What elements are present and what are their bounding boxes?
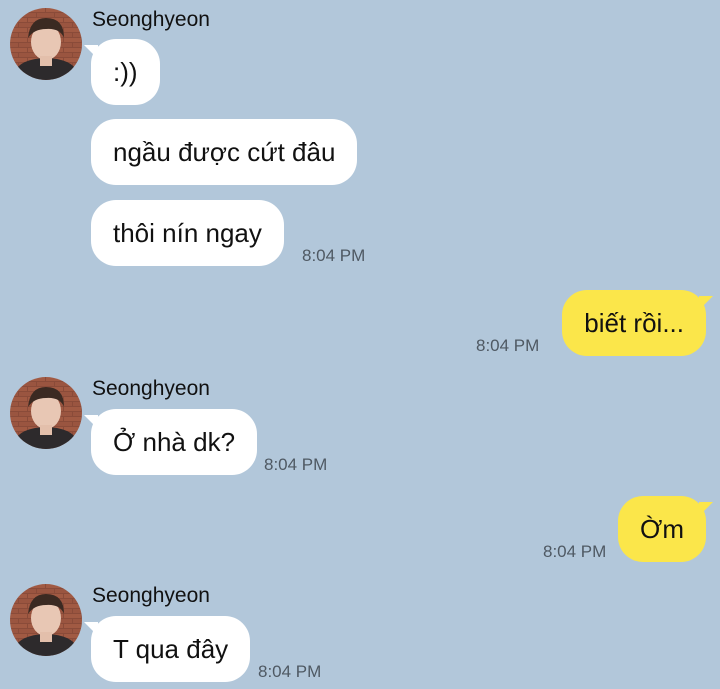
profile-photo-icon	[10, 8, 82, 80]
message-bubble[interactable]: T qua đây	[83, 616, 251, 682]
profile-photo-icon	[10, 377, 82, 449]
message-text: :))	[113, 56, 138, 87]
message-timestamp: 8:04 PM	[476, 336, 540, 355]
sender-avatar[interactable]	[10, 584, 82, 656]
message-timestamp: 8:04 PM	[258, 662, 322, 681]
message-bubble[interactable]: ngầu được cứt đâu	[91, 119, 358, 185]
sender-avatar[interactable]	[10, 8, 82, 80]
sender-name: Seonghyeon	[92, 8, 210, 31]
message-bubble[interactable]: thôi nín ngay	[91, 200, 284, 266]
message-text: ngầu được cứt đâu	[113, 136, 336, 167]
sender-name: Seonghyeon	[92, 584, 210, 607]
message-bubble[interactable]: Ờm	[618, 496, 713, 562]
sender-name: Seonghyeon	[92, 377, 210, 400]
message-bubble[interactable]: :))	[84, 39, 160, 105]
message-text: biết rồi...	[584, 307, 684, 338]
message-text: T qua đây	[113, 633, 229, 664]
message-timestamp: 8:04 PM	[264, 455, 328, 474]
message-timestamp: 8:04 PM	[543, 542, 607, 561]
profile-photo-icon	[10, 584, 82, 656]
message-text: Ờm	[640, 513, 684, 544]
message-text: thôi nín ngay	[113, 217, 262, 248]
message-bubble[interactable]: Ở nhà dk?	[83, 409, 258, 475]
message-timestamp: 8:04 PM	[302, 246, 366, 265]
message-bubble[interactable]: biết rồi...	[562, 290, 713, 356]
sender-avatar[interactable]	[10, 377, 82, 449]
message-text: Ở nhà dk?	[113, 426, 236, 457]
